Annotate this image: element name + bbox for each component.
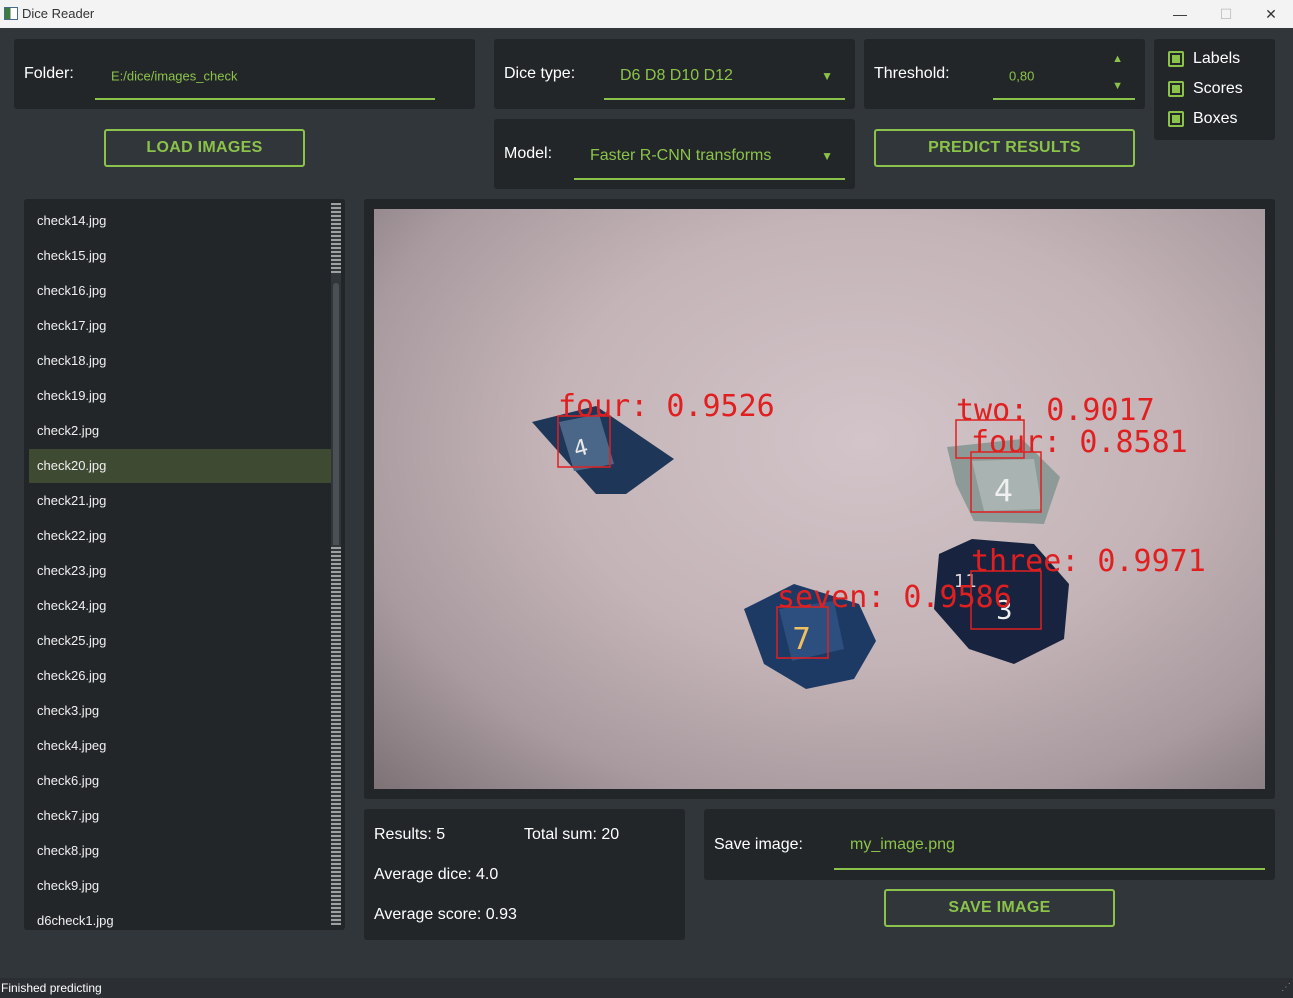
save-filename-input[interactable]: my_image.png bbox=[834, 821, 1265, 870]
window-title: Dice Reader bbox=[22, 6, 95, 21]
spin-down-icon[interactable]: ▼ bbox=[1112, 80, 1123, 92]
chevron-down-icon: ▼ bbox=[821, 68, 833, 83]
dice-type-value: D6 D8 D10 D12 bbox=[620, 66, 733, 84]
folder-panel: Folder: E:/dice/images_check bbox=[14, 39, 475, 109]
title-bar: Dice Reader — ☐ ✕ bbox=[0, 0, 1293, 28]
save-image-button[interactable]: SAVE IMAGE bbox=[884, 889, 1115, 927]
close-button[interactable]: ✕ bbox=[1248, 0, 1293, 28]
dice-number: 4 bbox=[994, 474, 1013, 509]
labels-checkbox[interactable] bbox=[1168, 51, 1184, 67]
model-label: Model: bbox=[504, 145, 553, 162]
threshold-spinbox[interactable]: 0,80 ▲ ▼ bbox=[993, 53, 1135, 100]
list-item[interactable]: check25.jpg bbox=[29, 624, 332, 658]
detection-label: four: 0.8581 bbox=[971, 425, 1188, 460]
save-image-label: Save image: bbox=[714, 836, 803, 853]
list-item[interactable]: check2.jpg bbox=[29, 414, 332, 448]
average-dice: Average dice: 4.0 bbox=[374, 866, 499, 883]
total-sum: Total sum: 20 bbox=[524, 826, 620, 843]
list-item[interactable]: check21.jpg bbox=[29, 484, 332, 518]
list-item[interactable]: check18.jpg bbox=[29, 344, 332, 378]
scores-checkbox-label: Scores bbox=[1193, 80, 1243, 97]
list-item[interactable]: check7.jpg bbox=[29, 799, 332, 833]
folder-value: E:/dice/images_check bbox=[111, 68, 238, 83]
model-panel: Model: Faster R-CNN transforms ▼ bbox=[494, 119, 855, 189]
list-item[interactable]: check17.jpg bbox=[29, 309, 332, 343]
labels-checkbox-label: Labels bbox=[1193, 50, 1241, 67]
list-item[interactable]: d6check1.jpg bbox=[29, 904, 332, 930]
list-item[interactable]: check4.jpeg bbox=[29, 729, 332, 763]
dice-type-label: Dice type: bbox=[504, 65, 576, 82]
save-filename-value: my_image.png bbox=[850, 835, 955, 853]
detection-label: seven: 0.9586 bbox=[777, 580, 1012, 615]
detection-label: two: 0.9017 bbox=[956, 393, 1155, 428]
model-value: Faster R-CNN transforms bbox=[590, 146, 772, 164]
list-item[interactable]: check19.jpg bbox=[29, 379, 332, 413]
list-item[interactable]: check9.jpg bbox=[29, 869, 332, 903]
resize-grip-icon[interactable]: ⋰ bbox=[1281, 978, 1291, 998]
dice-type-panel: Dice type: D6 D8 D10 D12 ▼ bbox=[494, 39, 855, 109]
scene-vignette bbox=[374, 209, 1265, 789]
list-item[interactable]: check16.jpg bbox=[29, 274, 332, 308]
load-images-button[interactable]: LOAD IMAGES bbox=[104, 129, 305, 167]
minimize-button[interactable]: — bbox=[1157, 0, 1203, 28]
folder-label: Folder: bbox=[24, 65, 74, 82]
results-panel: Results: 5 Total sum: 20 Average dice: 4… bbox=[364, 809, 685, 940]
save-panel: Save image: my_image.png bbox=[704, 809, 1275, 880]
prediction-image: 4 4 3 11 7 four: 0.9526 two: 0.9017 four… bbox=[374, 209, 1265, 789]
status-bar: Finished predicting ⋰ bbox=[0, 978, 1293, 998]
scroll-track-bottom bbox=[331, 545, 341, 925]
list-item[interactable]: check26.jpg bbox=[29, 659, 332, 693]
average-score: Average score: 0.93 bbox=[374, 906, 517, 923]
list-item[interactable]: check24.jpg bbox=[29, 589, 332, 623]
dice-number: 7 bbox=[792, 622, 811, 657]
file-list-scrollbar[interactable] bbox=[331, 203, 341, 925]
scroll-track-top bbox=[331, 203, 341, 273]
folder-input[interactable]: E:/dice/images_check bbox=[95, 53, 435, 100]
list-item[interactable]: check22.jpg bbox=[29, 519, 332, 553]
maximize-button[interactable]: ☐ bbox=[1203, 0, 1249, 28]
chevron-down-icon: ▼ bbox=[821, 148, 833, 163]
results-count: Results: 5 bbox=[374, 826, 446, 843]
predict-results-button[interactable]: PREDICT RESULTS bbox=[874, 129, 1135, 167]
spin-up-icon[interactable]: ▲ bbox=[1112, 53, 1123, 65]
threshold-value: 0,80 bbox=[1009, 68, 1035, 83]
boxes-checkbox-label: Boxes bbox=[1193, 110, 1238, 127]
file-list: check14.jpg check15.jpg check16.jpg chec… bbox=[24, 199, 345, 930]
list-item[interactable]: check3.jpg bbox=[29, 694, 332, 728]
scores-checkbox[interactable] bbox=[1168, 81, 1184, 97]
detection-label: four: 0.9526 bbox=[558, 389, 775, 424]
image-canvas: 4 4 3 11 7 four: 0.9526 two: 0.9017 four… bbox=[374, 209, 1265, 789]
scroll-handle[interactable] bbox=[333, 283, 339, 553]
list-item[interactable]: check14.jpg bbox=[29, 204, 332, 238]
app-icon bbox=[4, 7, 18, 20]
list-item[interactable]: check6.jpg bbox=[29, 764, 332, 798]
detection-label: three: 0.9971 bbox=[971, 544, 1206, 579]
list-item[interactable]: check15.jpg bbox=[29, 239, 332, 273]
list-item[interactable]: check8.jpg bbox=[29, 834, 332, 868]
threshold-label: Threshold: bbox=[874, 65, 950, 82]
boxes-checkbox[interactable] bbox=[1168, 111, 1184, 127]
list-item[interactable]: check23.jpg bbox=[29, 554, 332, 588]
list-item-selected[interactable]: check20.jpg bbox=[29, 449, 332, 483]
model-select[interactable]: Faster R-CNN transforms ▼ bbox=[574, 133, 845, 180]
status-text: Finished predicting bbox=[1, 981, 102, 995]
dice-type-select[interactable]: D6 D8 D10 D12 ▼ bbox=[604, 53, 845, 100]
options-panel: Labels Scores Boxes bbox=[1154, 39, 1275, 140]
threshold-panel: Threshold: 0,80 ▲ ▼ bbox=[864, 39, 1145, 109]
image-panel: 4 4 3 11 7 four: 0.9526 two: 0.9017 four… bbox=[364, 199, 1275, 799]
